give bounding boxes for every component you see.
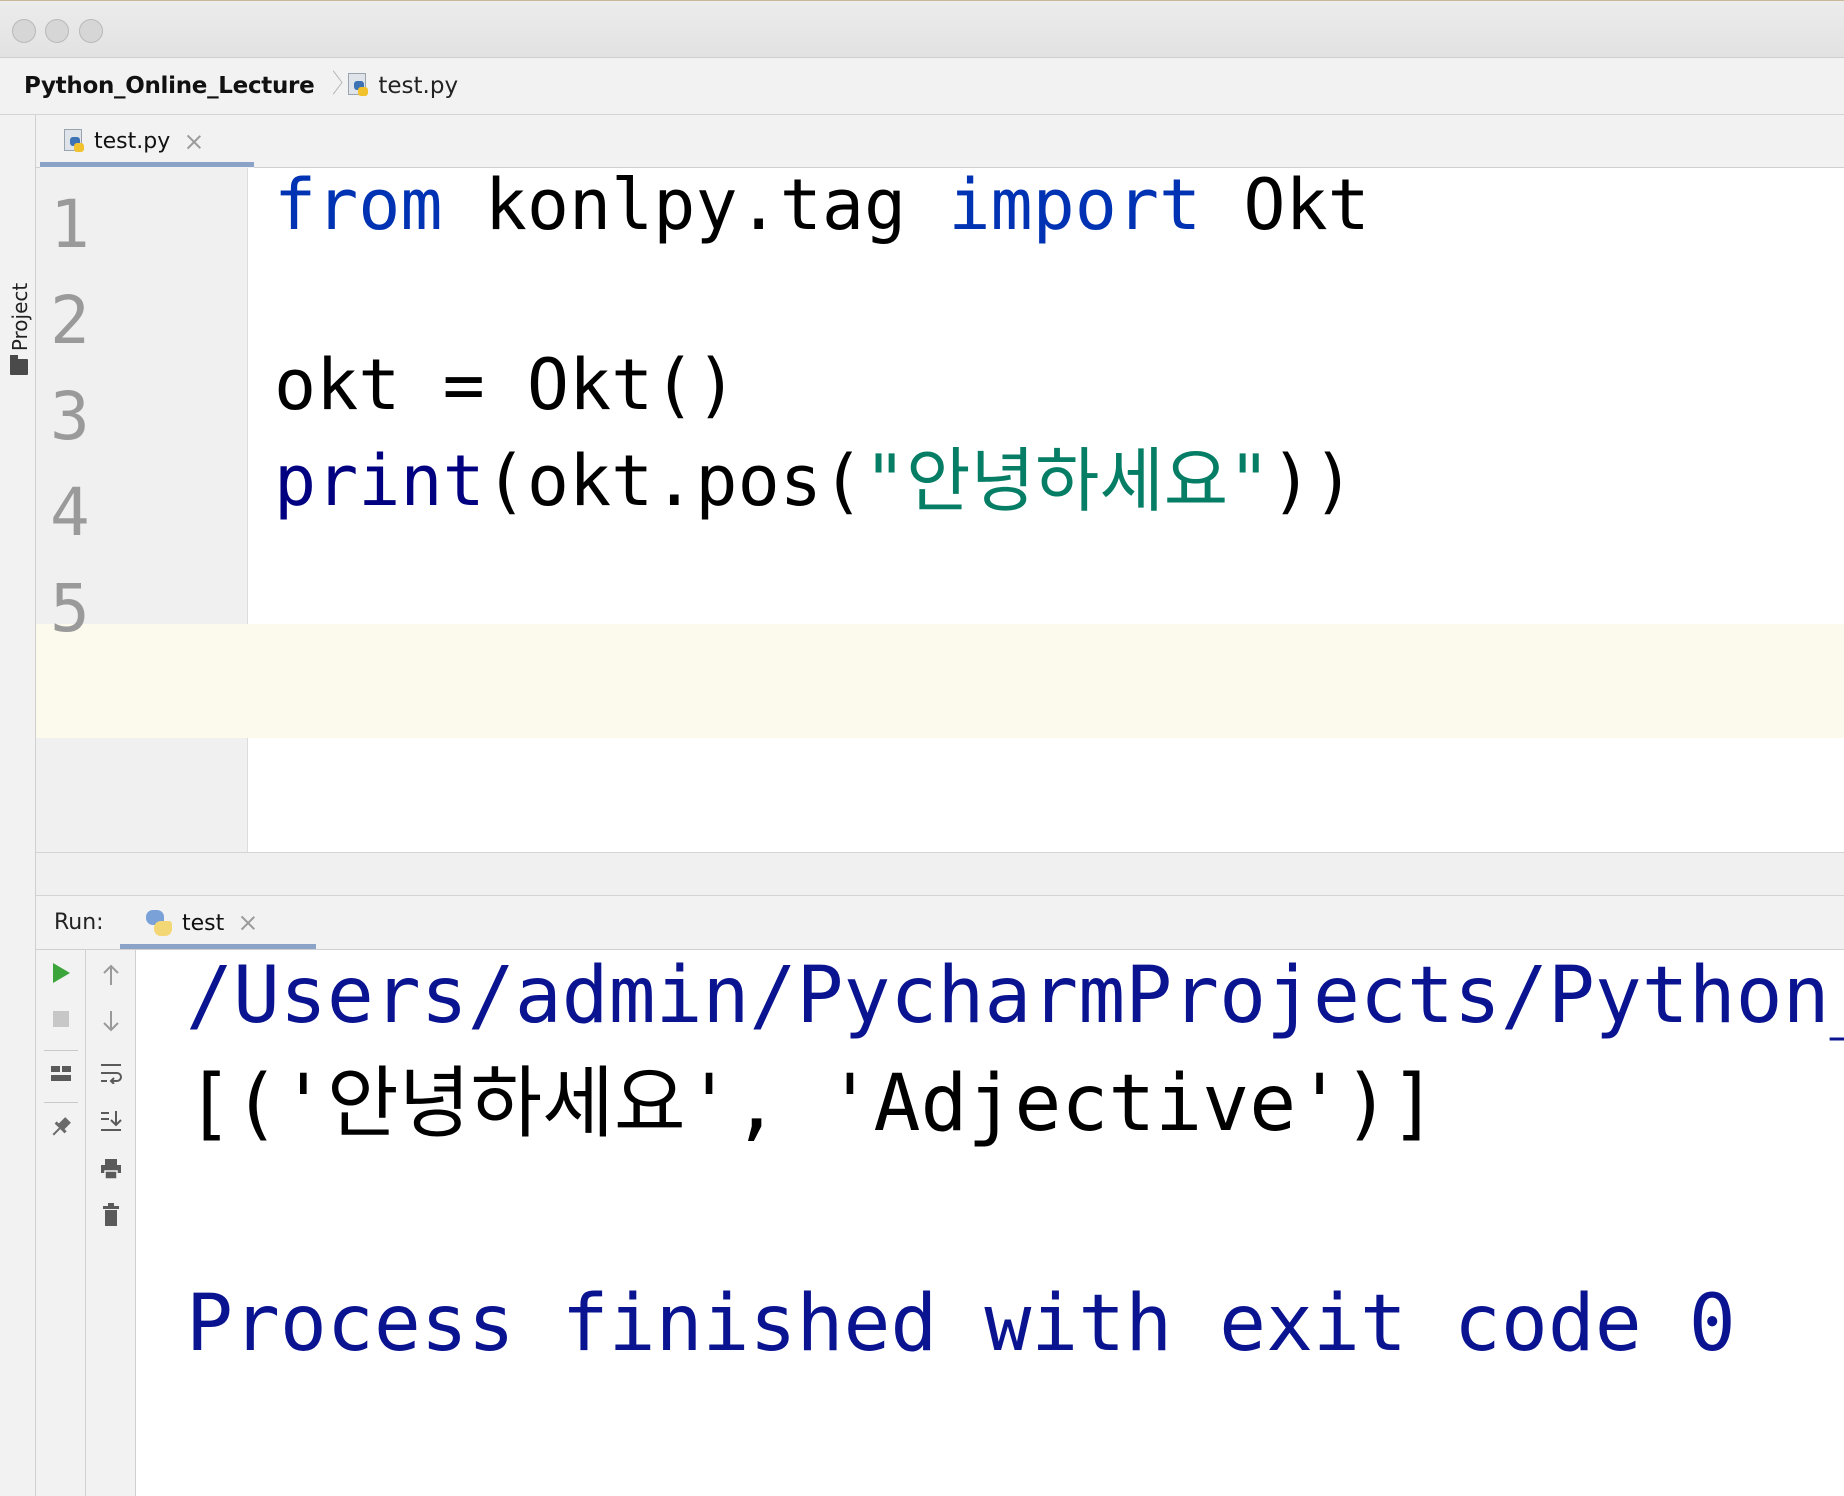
layout-icon[interactable] — [48, 1060, 74, 1086]
close-window-button[interactable] — [12, 19, 36, 43]
line-number: 5 — [50, 570, 90, 647]
breadcrumb-file-label: test.py — [378, 73, 459, 99]
close-icon[interactable] — [240, 915, 256, 931]
console-exit-status: Process finished with exit code 0 — [186, 1279, 1736, 1369]
pin-icon[interactable] — [48, 1114, 74, 1140]
scroll-to-end-icon[interactable] — [98, 1108, 124, 1134]
minimize-window-button[interactable] — [45, 19, 69, 43]
left-tool-strip: 1: Project — [0, 115, 36, 1496]
down-arrow-icon[interactable] — [98, 1008, 124, 1034]
code-line-4: print(okt.pos("안녕하세요")) — [274, 424, 1355, 538]
keyword-import: import — [948, 164, 1202, 246]
panel-splitter[interactable] — [36, 852, 1844, 896]
active-run-tab-indicator — [120, 944, 316, 949]
tab-test-py[interactable]: test.py — [40, 115, 254, 168]
code-editor[interactable]: 1 2 3 4 5 from konlpy.tag import Okt okt… — [36, 164, 1844, 852]
module-name: konlpy.tag — [442, 164, 949, 246]
trash-icon[interactable] — [98, 1202, 124, 1228]
keyword-from: from — [274, 164, 443, 246]
print-icon[interactable] — [98, 1156, 124, 1182]
folder-icon[interactable] — [10, 355, 28, 375]
python-icon — [146, 910, 172, 936]
active-tab-indicator — [40, 162, 254, 167]
run-tab-label: test — [182, 910, 225, 936]
call-close: )) — [1270, 440, 1355, 522]
python-file-icon — [348, 73, 370, 99]
breadcrumb-project[interactable]: Python_Online_Lecture — [24, 73, 315, 99]
builtin-print: print — [274, 440, 485, 522]
chevron-right-icon — [326, 71, 340, 101]
imported-name: Okt — [1201, 164, 1370, 246]
string-literal: "안녕하세요" — [864, 440, 1271, 522]
call-open: (okt.pos( — [484, 440, 865, 522]
run-label: Run: — [54, 910, 104, 935]
python-file-icon — [64, 128, 86, 155]
close-icon[interactable] — [186, 134, 202, 150]
run-toolbar-secondary — [86, 950, 136, 1496]
run-icon[interactable] — [48, 960, 74, 986]
run-tool-window-header: Run: test — [36, 896, 1844, 950]
stop-icon[interactable] — [48, 1006, 74, 1032]
code-line-1: from konlpy.tag import Okt — [274, 148, 1370, 262]
soft-wrap-icon[interactable] — [98, 1060, 124, 1086]
run-console-output[interactable]: /Users/admin/PycharmProjects/Python_ [('… — [136, 950, 1844, 1496]
window-title-bar — [0, 0, 1844, 58]
maximize-window-button[interactable] — [79, 19, 103, 43]
tab-label: test.py — [94, 129, 171, 154]
up-arrow-icon[interactable] — [98, 962, 124, 988]
breadcrumb: Python_Online_Lecture test.py — [0, 58, 1844, 115]
run-toolbar-primary — [36, 950, 86, 1496]
current-line-highlight — [36, 624, 1844, 738]
breadcrumb-file[interactable]: test.py — [348, 73, 458, 99]
run-tab-test[interactable]: test — [120, 896, 316, 950]
console-program-output: [('안녕하세요', 'Adjective')] — [186, 1059, 1438, 1149]
